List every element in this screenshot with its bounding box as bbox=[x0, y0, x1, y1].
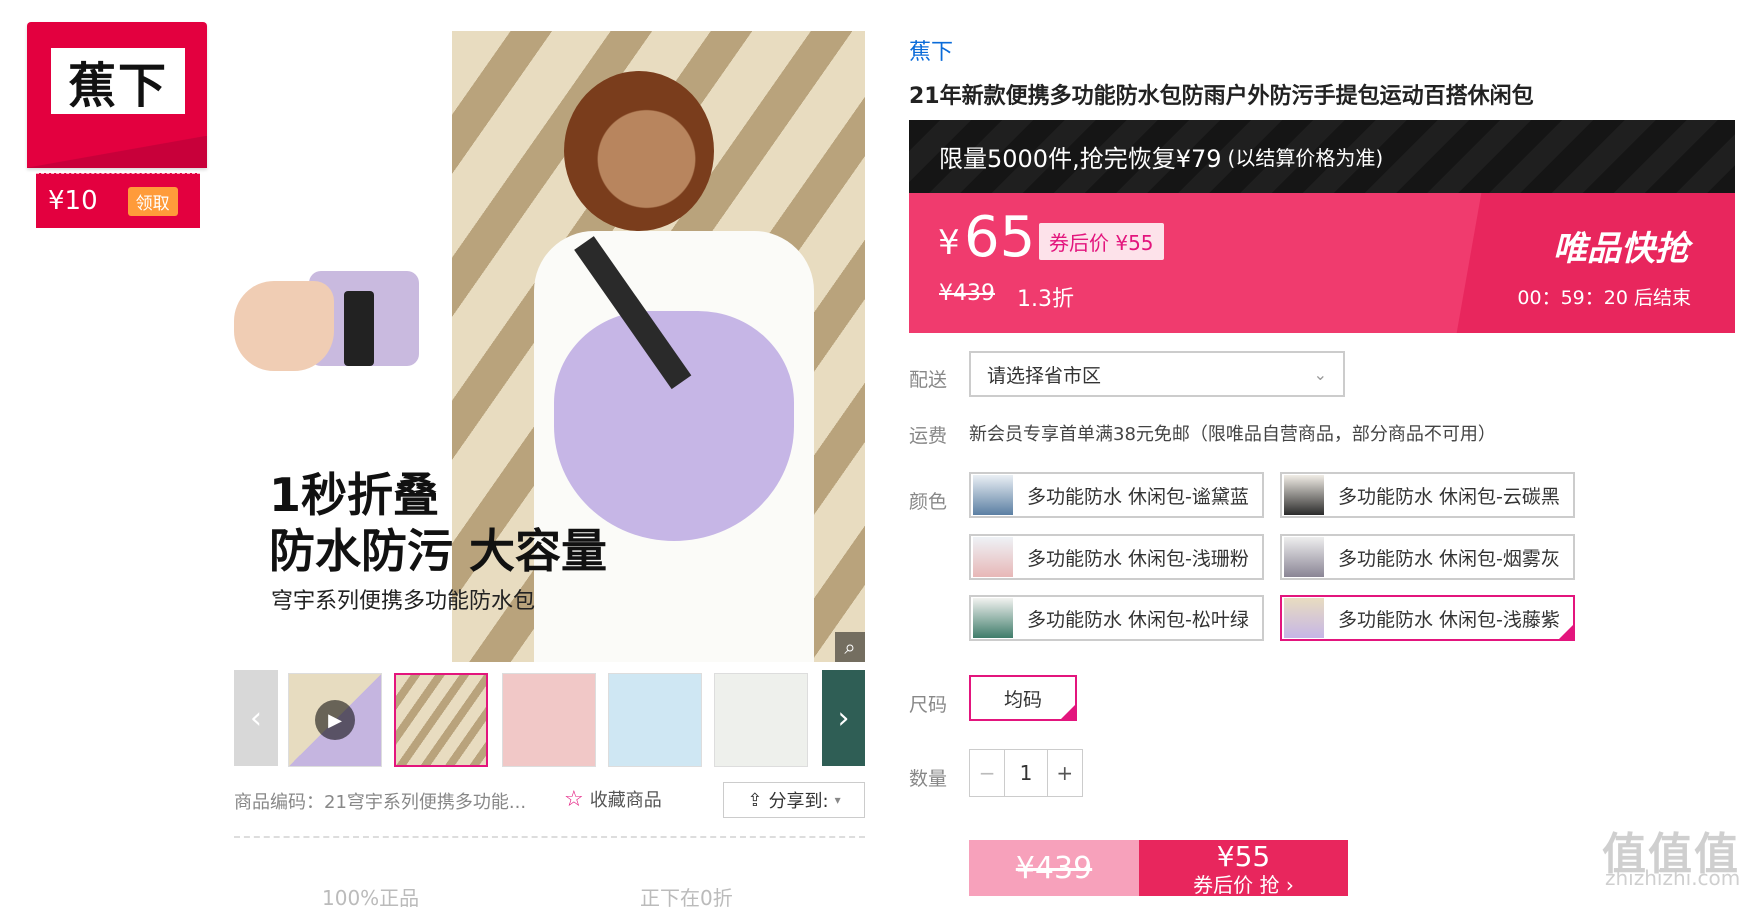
caret-down-icon: ▾ bbox=[834, 793, 841, 807]
color-option-3[interactable]: 多功能防水 休闲包-浅珊粉 bbox=[969, 534, 1264, 580]
thumbnail-4[interactable] bbox=[608, 673, 702, 767]
main-product-image[interactable]: 1秒折叠 防水防污 大容量 穹宇系列便携多功能防水包 ⌕ bbox=[234, 31, 865, 662]
promo-main: 限量5000件,抢完恢复¥79 bbox=[939, 145, 1222, 173]
thumbnail-3[interactable] bbox=[502, 673, 596, 767]
color-option-6[interactable]: 多功能防水 休闲包-浅藤紫 bbox=[1280, 595, 1575, 641]
color-label: 颜色 bbox=[909, 491, 948, 513]
thumbnail-1[interactable]: ▶ bbox=[288, 673, 382, 767]
region-placeholder: 请选择省市区 bbox=[987, 364, 1102, 387]
countdown-timer: 00：59：20 后结束 bbox=[1517, 287, 1691, 309]
folded-pouch-illustration bbox=[234, 251, 424, 381]
coupon-card: ¥10 领取 bbox=[36, 173, 200, 228]
chevron-down-icon: ⌄ bbox=[1313, 364, 1327, 384]
coupon-price-badge: 券后价 ¥55 bbox=[1039, 223, 1164, 260]
divider bbox=[234, 836, 865, 838]
selected-check-icon bbox=[1557, 623, 1575, 641]
zoom-icon[interactable]: ⌕ bbox=[835, 632, 865, 662]
price-panel: ¥ 65 券后价 ¥55 ¥439 1.3折 唯品快抢 00：59：20 后结束 bbox=[909, 193, 1735, 333]
watermark-url: zhizhizhi.com bbox=[1605, 866, 1741, 890]
favorite-label: 收藏商品 bbox=[589, 790, 662, 811]
freight-label: 运费 bbox=[909, 425, 948, 447]
original-price-button[interactable]: ¥439 bbox=[969, 840, 1139, 896]
size-option[interactable]: 均码 bbox=[969, 675, 1077, 721]
currency-symbol: ¥ bbox=[938, 223, 960, 263]
share-label: 分享到: bbox=[768, 791, 829, 812]
selected-check-icon bbox=[1059, 703, 1077, 721]
share-button[interactable]: ⇪ 分享到: ▾ bbox=[723, 782, 865, 818]
freight-text: 新会员专享首单满38元免邮（限唯品自营商品，部分商品不可用） bbox=[969, 424, 1496, 445]
size-option-label: 均码 bbox=[1003, 688, 1042, 711]
product-title: 21年新款便携多功能防水包防雨户外防污手提包运动百搭休闲包 bbox=[909, 84, 1534, 109]
color-option-label: 多功能防水 休闲包-谧黛蓝 bbox=[1027, 485, 1249, 508]
buy-now-button[interactable]: ¥55 券后价 抢 › bbox=[1139, 840, 1348, 896]
flash-sale-label: 唯品快抢 bbox=[1553, 229, 1689, 269]
promo-note: (以结算价格为准) bbox=[1227, 146, 1384, 170]
hand bbox=[234, 281, 334, 371]
swatch-thumbnail bbox=[1284, 537, 1324, 577]
coupon-amount: ¥10 bbox=[48, 186, 98, 216]
thumbnail-next-button[interactable]: › bbox=[822, 670, 865, 766]
brand-logo: 蕉下 bbox=[51, 48, 185, 114]
swatch-thumbnail bbox=[1284, 598, 1324, 638]
claim-coupon-button[interactable]: 领取 bbox=[127, 186, 178, 216]
brand-link[interactable]: 蕉下 bbox=[909, 34, 953, 66]
buy-label: 券后价 抢 › bbox=[1193, 873, 1294, 897]
sale-price: 65 bbox=[964, 205, 1036, 270]
badge-fold bbox=[27, 136, 207, 168]
color-option-label: 多功能防水 休闲包-松叶绿 bbox=[1027, 608, 1249, 631]
color-option-2[interactable]: 多功能防水 休闲包-云碳黑 bbox=[1280, 472, 1575, 518]
buy-price: ¥55 bbox=[1216, 840, 1271, 873]
bag-illustration bbox=[554, 311, 794, 541]
product-code: 商品编码：21穹宇系列便携多功能... bbox=[234, 792, 527, 813]
brand-badge: 蕉下 bbox=[27, 22, 207, 168]
color-option-5[interactable]: 多功能防水 休闲包-松叶绿 bbox=[969, 595, 1264, 641]
pouch-strap bbox=[344, 291, 374, 366]
color-option-label: 多功能防水 休闲包-浅珊粉 bbox=[1027, 547, 1249, 570]
quantity-input[interactable]: 1 bbox=[1005, 750, 1046, 796]
thumbnail-prev-button[interactable]: ‹ bbox=[234, 670, 278, 766]
size-label: 尺码 bbox=[909, 694, 948, 716]
swatch-thumbnail bbox=[973, 475, 1013, 515]
quantity-label: 数量 bbox=[909, 768, 948, 790]
color-option-4[interactable]: 多功能防水 休闲包-烟雾灰 bbox=[1280, 534, 1575, 580]
quantity-stepper: − 1 + bbox=[969, 749, 1083, 797]
star-icon: ☆ bbox=[564, 786, 584, 812]
image-headline-2: 防水防污 大容量 bbox=[269, 524, 608, 578]
return-hint: 正下在0折 bbox=[640, 886, 733, 910]
swatch-thumbnail bbox=[973, 598, 1013, 638]
color-option-label: 多功能防水 休闲包-云碳黑 bbox=[1338, 485, 1560, 508]
share-icon: ⇪ bbox=[747, 789, 763, 811]
quantity-decrease-button[interactable]: − bbox=[970, 750, 1006, 796]
play-icon[interactable]: ▶ bbox=[315, 700, 355, 740]
model-head bbox=[564, 71, 714, 231]
quantity-increase-button[interactable]: + bbox=[1046, 750, 1082, 796]
region-select[interactable]: 请选择省市区 ⌄ bbox=[969, 351, 1345, 397]
thumbnail-5[interactable] bbox=[714, 673, 808, 767]
swatch-thumbnail bbox=[973, 537, 1013, 577]
guarantee-hint: 100%正品 bbox=[322, 886, 420, 910]
image-subheadline: 穹宇系列便携多功能防水包 bbox=[271, 589, 536, 614]
swatch-thumbnail bbox=[1284, 475, 1324, 515]
color-option-label: 多功能防水 休闲包-浅藤紫 bbox=[1338, 608, 1560, 631]
promo-bar: 限量5000件,抢完恢复¥79 (以结算价格为准) bbox=[909, 120, 1735, 193]
discount-rate: 1.3折 bbox=[1017, 287, 1074, 312]
color-option-1[interactable]: 多功能防水 休闲包-谧黛蓝 bbox=[969, 472, 1264, 518]
color-option-label: 多功能防水 休闲包-烟雾灰 bbox=[1338, 547, 1560, 570]
delivery-label: 配送 bbox=[909, 369, 948, 391]
original-price: ¥439 bbox=[939, 281, 995, 306]
favorite-button[interactable]: ☆ 收藏商品 bbox=[564, 786, 662, 812]
thumbnail-2[interactable] bbox=[394, 673, 488, 767]
